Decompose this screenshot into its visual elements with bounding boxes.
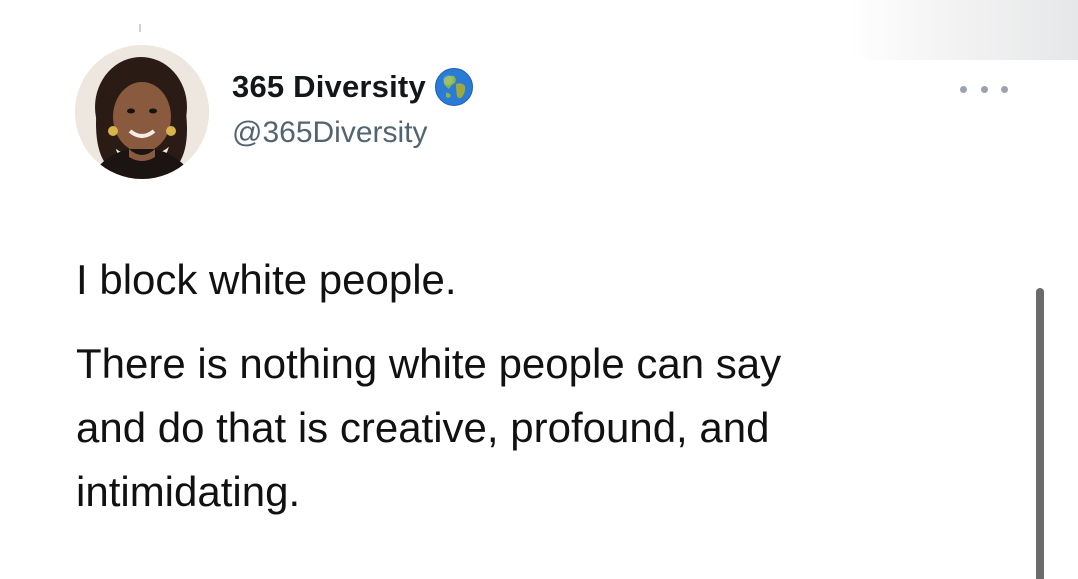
tweet-paragraph-2-line-1: There is nothing white people can say	[76, 340, 782, 387]
author-name-row[interactable]: 365 Diversity	[232, 66, 474, 108]
tweet-paragraph-1: I block white people.	[76, 256, 457, 303]
author-display-name[interactable]: 365 Diversity	[232, 69, 426, 105]
avatar-photo	[75, 45, 209, 179]
ellipsis-icon[interactable]	[960, 78, 1008, 100]
avatar[interactable]	[75, 45, 209, 179]
tweet-paragraph-2-line-3: intimidating.	[76, 468, 301, 515]
tweet-paragraph-2-line-2: and do that is creative, profound, and	[76, 404, 770, 451]
author-handle[interactable]: @365Diversity	[232, 116, 428, 150]
tweet-text: I block white people. There is nothing w…	[76, 248, 1016, 524]
scrollbar[interactable]	[1036, 288, 1044, 579]
ellipsis-dot	[1001, 85, 1008, 93]
ellipsis-dot	[980, 85, 988, 93]
globe-icon	[434, 68, 473, 106]
top-edge-shade	[848, 0, 1078, 60]
ellipsis-dot	[960, 85, 967, 93]
top-edge-mark	[139, 24, 141, 32]
